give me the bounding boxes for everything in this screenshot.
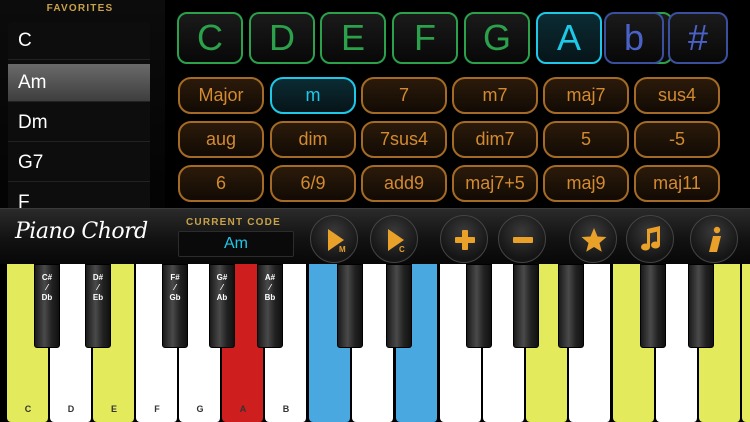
favorites-panel: FAVORITES C Am Dm G7 F bbox=[0, 0, 165, 208]
sharp-button[interactable]: # bbox=[668, 12, 728, 64]
sound-settings-button[interactable] bbox=[626, 215, 674, 263]
black-key-label: C# ⁄ Db bbox=[35, 273, 59, 303]
note-button-a[interactable]: A bbox=[536, 12, 602, 64]
flat-name: Eb bbox=[92, 293, 104, 302]
black-key-label: D# ⁄ Eb bbox=[86, 273, 110, 303]
black-key-c-sharp[interactable]: C# ⁄ Db bbox=[34, 264, 60, 348]
slash-divider: ⁄ bbox=[97, 283, 99, 292]
favorite-item-dm[interactable]: Dm bbox=[8, 104, 150, 142]
sharp-name: C# bbox=[41, 273, 53, 282]
favorite-item-am[interactable]: Am bbox=[8, 64, 150, 102]
chord-button-sus4[interactable]: sus4 bbox=[634, 77, 720, 114]
chord-button-dim7[interactable]: dim7 bbox=[452, 121, 538, 158]
flat-button[interactable]: b bbox=[604, 12, 664, 64]
chord-button-major[interactable]: Major bbox=[178, 77, 264, 114]
favorites-title: FAVORITES bbox=[46, 3, 114, 14]
play-icon bbox=[388, 229, 404, 251]
black-key-c-sharp-3[interactable] bbox=[640, 264, 666, 348]
white-key-label: F bbox=[154, 404, 160, 414]
star-icon bbox=[581, 228, 607, 252]
play-melody-sub-label: M bbox=[339, 245, 346, 254]
sharp-name: D# bbox=[92, 273, 104, 282]
white-key-f3[interactable] bbox=[742, 264, 750, 422]
black-key-d-sharp[interactable]: D# ⁄ Eb bbox=[85, 264, 111, 348]
chord-button-7sus4[interactable]: 7sus4 bbox=[361, 121, 447, 158]
chord-button-minus5[interactable]: -5 bbox=[634, 121, 720, 158]
chord-button-maj9[interactable]: maj9 bbox=[543, 165, 629, 202]
slash-divider: ⁄ bbox=[46, 283, 48, 292]
white-key-label: A bbox=[239, 404, 247, 414]
slash-divider: ⁄ bbox=[269, 283, 271, 292]
black-key-a-sharp[interactable]: A# ⁄ Bb bbox=[257, 264, 283, 348]
play-chord-button[interactable]: C bbox=[370, 215, 418, 263]
chord-button-m7[interactable]: m7 bbox=[452, 77, 538, 114]
music-note-icon bbox=[641, 226, 660, 251]
black-key-g-sharp-2[interactable] bbox=[513, 264, 539, 348]
remove-favorite-button[interactable] bbox=[498, 215, 546, 263]
toolbar: Piano Chord CURRENT CODE Am M C bbox=[0, 208, 750, 264]
black-key-f-sharp[interactable]: F# ⁄ Gb bbox=[162, 264, 188, 348]
white-key-label: G bbox=[196, 404, 204, 414]
current-code-label: CURRENT CODE bbox=[186, 217, 281, 228]
chord-button-5[interactable]: 5 bbox=[543, 121, 629, 158]
note-button-c[interactable]: C bbox=[177, 12, 243, 64]
black-key-a-sharp-2[interactable] bbox=[558, 264, 584, 348]
play-chord-sub-label: C bbox=[399, 245, 405, 254]
black-key-label: F# ⁄ Gb bbox=[163, 273, 187, 303]
play-icon bbox=[328, 229, 344, 251]
slash-divider: ⁄ bbox=[221, 283, 223, 292]
black-key-f-sharp-2[interactable] bbox=[466, 264, 492, 348]
flat-name: Gb bbox=[169, 293, 181, 302]
favorite-item-c[interactable]: C bbox=[8, 22, 150, 60]
minus-icon bbox=[513, 237, 533, 243]
chord-button-m[interactable]: m bbox=[270, 77, 356, 114]
note-button-f[interactable]: F bbox=[392, 12, 458, 64]
chord-button-6-9[interactable]: 6/9 bbox=[270, 165, 356, 202]
slash-divider: ⁄ bbox=[174, 283, 176, 292]
flat-name: Db bbox=[41, 293, 53, 302]
chord-button-add9[interactable]: add9 bbox=[361, 165, 447, 202]
sharp-name: G# bbox=[216, 273, 228, 282]
white-key-label: B bbox=[282, 404, 290, 414]
black-key-d-sharp-2[interactable] bbox=[386, 264, 412, 348]
white-key-label: E bbox=[110, 404, 117, 414]
white-key-label: D bbox=[67, 404, 75, 414]
black-key-d-sharp-3[interactable] bbox=[688, 264, 714, 348]
add-favorite-button[interactable] bbox=[440, 215, 488, 263]
flat-name: Bb bbox=[264, 293, 276, 302]
current-code-display: Am bbox=[178, 231, 294, 257]
favorites-star-button[interactable] bbox=[569, 215, 617, 263]
black-key-c-sharp-2[interactable] bbox=[337, 264, 363, 348]
white-key-label: C bbox=[24, 404, 32, 414]
app-logo: Piano Chord bbox=[15, 219, 148, 244]
note-button-e[interactable]: E bbox=[320, 12, 386, 64]
play-melody-button[interactable]: M bbox=[310, 215, 358, 263]
chord-button-maj7-plus5[interactable]: maj7+5 bbox=[452, 165, 538, 202]
favorite-item-g7[interactable]: G7 bbox=[8, 144, 150, 182]
piano-keyboard: C D E F G A B C# ⁄ Db D# ⁄ Eb F# ⁄ Gb G#… bbox=[0, 264, 750, 422]
plus-icon bbox=[455, 230, 475, 250]
note-button-g[interactable]: G bbox=[464, 12, 530, 64]
note-button-d[interactable]: D bbox=[249, 12, 315, 64]
info-button[interactable] bbox=[690, 215, 738, 263]
chord-button-aug[interactable]: aug bbox=[178, 121, 264, 158]
sharp-name: F# bbox=[170, 273, 180, 282]
info-icon bbox=[709, 226, 721, 252]
flat-name: Ab bbox=[216, 293, 228, 302]
chord-button-7[interactable]: 7 bbox=[361, 77, 447, 114]
black-key-g-sharp[interactable]: G# ⁄ Ab bbox=[209, 264, 235, 348]
chord-button-maj11[interactable]: maj11 bbox=[634, 165, 720, 202]
sharp-name: A# bbox=[264, 273, 276, 282]
chord-button-6[interactable]: 6 bbox=[178, 165, 264, 202]
black-key-label: G# ⁄ Ab bbox=[210, 273, 234, 303]
chord-button-dim[interactable]: dim bbox=[270, 121, 356, 158]
chord-button-maj7[interactable]: maj7 bbox=[543, 77, 629, 114]
favorite-item-f[interactable]: F bbox=[8, 184, 150, 208]
black-key-label: A# ⁄ Bb bbox=[258, 273, 282, 303]
favorites-list[interactable]: C Am Dm G7 F bbox=[8, 22, 150, 208]
